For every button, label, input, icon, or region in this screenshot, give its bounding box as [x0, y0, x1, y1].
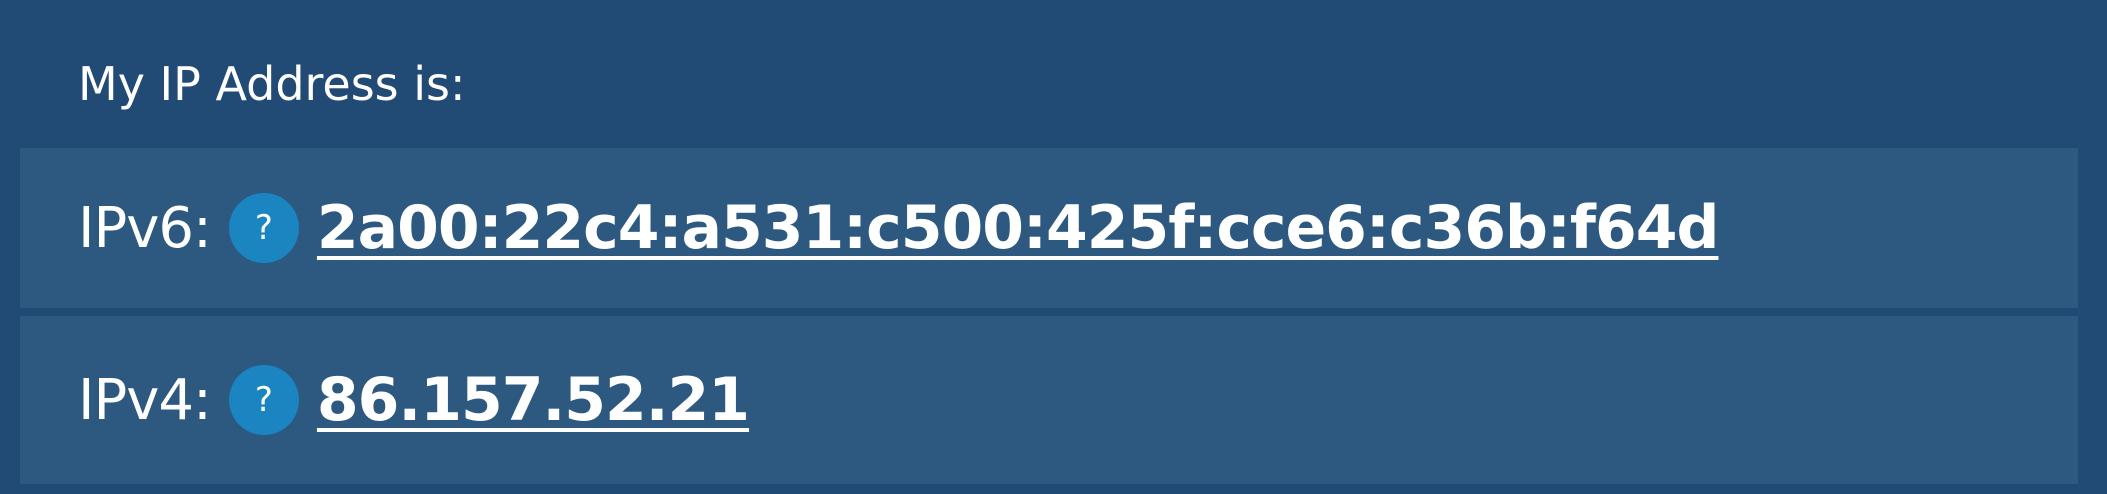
ipv6-row: IPv6: ? 2a00:22c4:a531:c500:425f:cce6:c3…	[20, 148, 2078, 308]
ipv6-address-link[interactable]: 2a00:22c4:a531:c500:425f:cce6:c36b:f64d	[317, 193, 1720, 263]
ipv6-label: IPv6:	[78, 195, 212, 261]
ipv4-help-icon[interactable]: ?	[228, 365, 299, 435]
ipv4-row: IPv4: ? 86.157.52.21	[20, 316, 2078, 484]
ipv4-address-link[interactable]: 86.157.52.21	[317, 365, 750, 435]
ipv4-label: IPv4:	[78, 367, 212, 433]
tooltip-notch	[1496, 484, 1652, 494]
ipv6-help-icon[interactable]: ?	[228, 193, 299, 263]
ip-heading: My IP Address is:	[78, 57, 466, 111]
ip-address-panel: My IP Address is: IPv6: ? 2a00:22c4:a531…	[0, 0, 2107, 494]
